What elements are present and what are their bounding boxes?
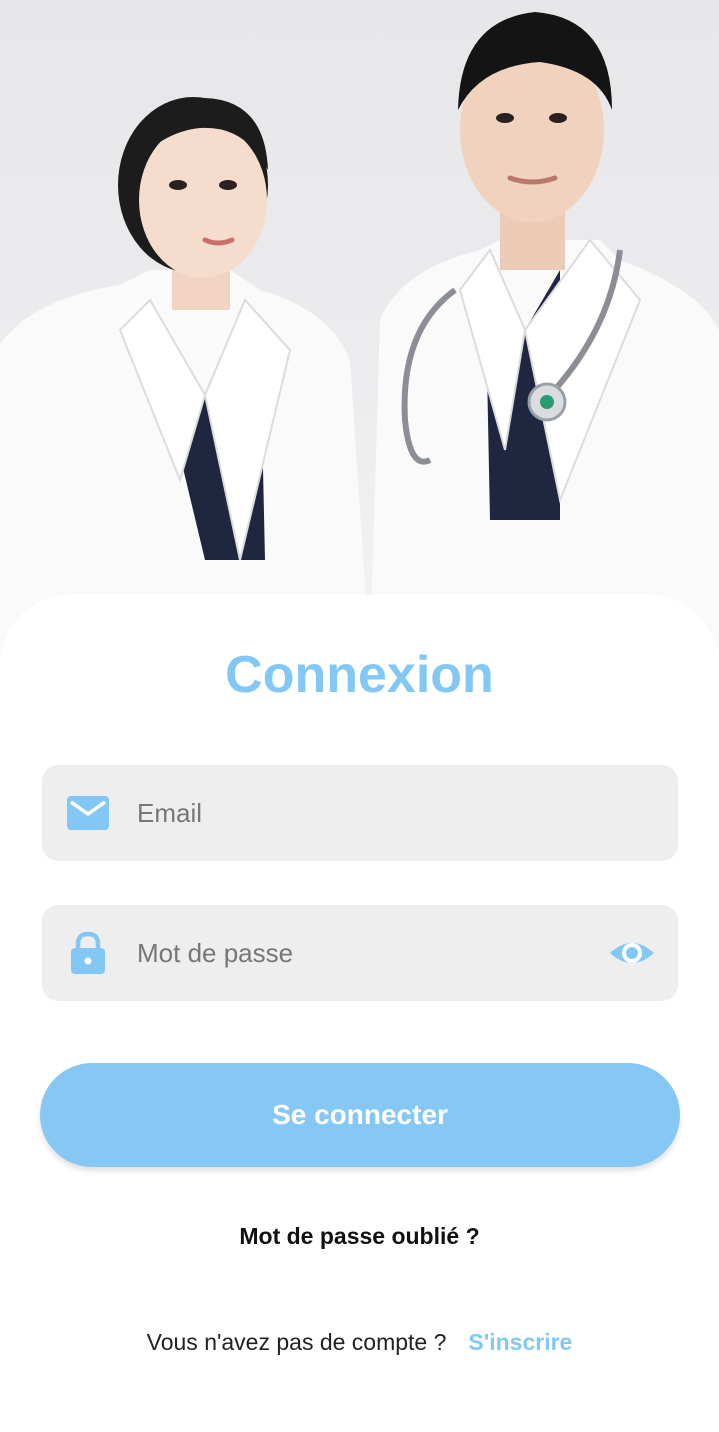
password-field[interactable]: Mot de passe bbox=[42, 905, 678, 1001]
signup-link[interactable]: S'inscrire bbox=[468, 1329, 572, 1355]
signup-row: Vous n'avez pas de compte ? S'inscrire bbox=[0, 1326, 719, 1358]
female-doctor bbox=[0, 97, 370, 660]
email-field[interactable]: Email bbox=[42, 765, 678, 861]
login-button[interactable]: Se connecter bbox=[40, 1063, 680, 1167]
hero-image bbox=[0, 0, 719, 660]
doctors-illustration bbox=[0, 12, 719, 660]
email-placeholder: Email bbox=[137, 798, 203, 828]
login-card bbox=[0, 595, 719, 1432]
forgot-password-link[interactable]: Mot de passe oublié ? bbox=[0, 1220, 719, 1252]
password-placeholder: Mot de passe bbox=[137, 938, 294, 968]
mail-icon bbox=[67, 796, 109, 830]
male-doctor bbox=[370, 12, 719, 660]
lock-icon bbox=[71, 931, 105, 974]
signup-prompt: Vous n'avez pas de compte ? bbox=[146, 1329, 447, 1355]
page-title: Connexion bbox=[225, 646, 494, 704]
eye-icon[interactable] bbox=[608, 933, 656, 973]
